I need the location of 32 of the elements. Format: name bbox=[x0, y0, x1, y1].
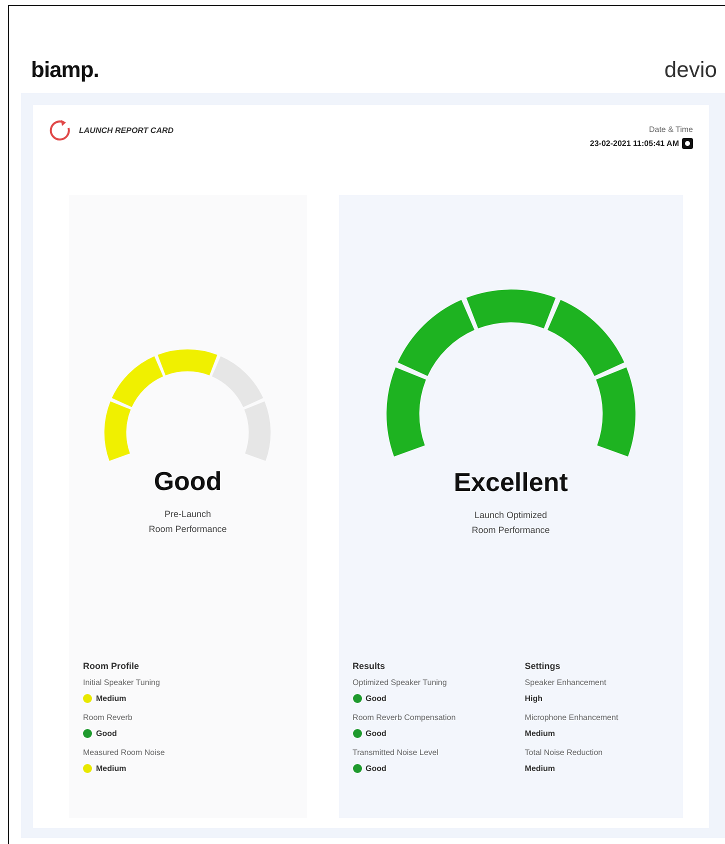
metric-label: Total Noise Reduction bbox=[524, 748, 604, 757]
metric-value: Good bbox=[366, 729, 386, 738]
metric-label: Transmitted Noise Level bbox=[352, 748, 440, 757]
metric-value: Medium bbox=[524, 729, 556, 738]
date-label: Date & Time bbox=[648, 125, 693, 134]
metric-label: Room Reverb Compensation bbox=[352, 713, 457, 722]
metric-label: Optimized Speaker Tuning bbox=[352, 678, 448, 687]
section-title: Settings bbox=[524, 661, 562, 671]
rating-subtitle: Launch Optimized Room Performance bbox=[472, 509, 550, 538]
metric-label: Microphone Enhancement bbox=[524, 713, 620, 722]
metric-value: Good bbox=[96, 729, 117, 738]
rating-text: Excellent bbox=[454, 467, 568, 498]
metric-label: Measured Room Noise bbox=[83, 748, 166, 757]
report-title: LAUNCH REPORT CARD bbox=[79, 126, 174, 134]
metric-label: Room Reverb bbox=[83, 713, 134, 722]
metric-value: Medium bbox=[96, 764, 126, 773]
metric-label: Initial Speaker Tuning bbox=[83, 678, 161, 687]
refresh-icon bbox=[49, 119, 71, 141]
metric-value: High bbox=[524, 694, 543, 703]
metric-value: Medium bbox=[96, 694, 126, 703]
section-title: Results bbox=[352, 661, 386, 671]
date-value: 23-02-2021 11:05:41 AM bbox=[590, 139, 679, 148]
metric-value: Medium bbox=[524, 764, 556, 773]
metric-value: Good bbox=[366, 764, 386, 773]
metric-value: Good bbox=[366, 694, 386, 703]
product-name: devio bbox=[664, 56, 717, 82]
rating-text: Good bbox=[154, 466, 222, 497]
section-title: Room Profile bbox=[83, 661, 140, 671]
brand-logo: biamp. bbox=[31, 56, 99, 82]
rating-subtitle: Pre-Launch Room Performance bbox=[148, 508, 227, 536]
clock-icon[interactable] bbox=[682, 138, 693, 149]
metric-label: Speaker Enhancement bbox=[524, 678, 608, 687]
